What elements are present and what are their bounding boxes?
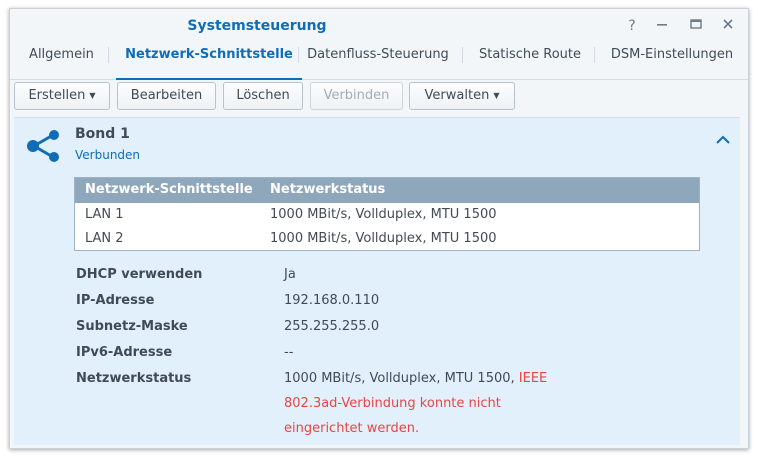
title-bar[interactable]: Systemsteuerung ? [10, 9, 748, 43]
network-status-error-line3: eingerichtet werden. [284, 421, 420, 436]
ip-label: IP-Adresse [76, 293, 155, 308]
interface-table: Netzwerk-Schnittstelle Netzwerkstatus LA… [74, 177, 700, 251]
tab-bar: Allgemein Netzwerk-Schnittstelle Datenfl… [10, 43, 748, 80]
ip-value: 192.168.0.110 [284, 293, 380, 308]
cell-interface: LAN 2 [85, 231, 124, 246]
connect-button[interactable]: Verbinden [310, 82, 403, 110]
network-status-error-line2: 802.3ad-Verbindung konnte nicht [284, 396, 501, 411]
cell-status: 1000 MBit/s, Vollduplex, MTU 1500 [270, 207, 497, 222]
tab-divider [594, 47, 595, 63]
window-title: Systemsteuerung [187, 18, 327, 34]
toolbar: Erstellen ▼ Bearbeiten Löschen Verbinden … [10, 80, 748, 116]
subnet-label: Subnetz-Maske [76, 319, 188, 334]
tab-datenfluss-steuerung[interactable]: Datenfluss-Steuerung [302, 43, 454, 79]
manage-button[interactable]: Verwalten ▼ [409, 82, 515, 110]
ipv6-value: -- [284, 345, 294, 360]
share-network-icon [27, 130, 59, 162]
create-button[interactable]: Erstellen ▼ [14, 82, 110, 110]
subnet-value: 255.255.255.0 [284, 319, 380, 334]
minimize-icon [657, 24, 667, 26]
column-header-interface: Netzwerk-Schnittstelle [85, 182, 253, 197]
dhcp-label: DHCP verwenden [76, 267, 203, 282]
cell-interface: LAN 1 [85, 207, 124, 222]
tab-divider [108, 47, 109, 63]
ipv6-label: IPv6-Adresse [76, 345, 173, 360]
minimize-button[interactable] [653, 17, 671, 35]
edit-button[interactable]: Bearbeiten [117, 82, 216, 110]
network-status-error-line1: IEEE [518, 371, 548, 386]
tab-divider [298, 47, 299, 63]
bond-name: Bond 1 [75, 126, 130, 142]
network-status-label: Netzwerkstatus [76, 371, 192, 386]
bond-status: Verbunden [75, 148, 141, 162]
dropdown-caret-icon: ▼ [89, 91, 96, 100]
chevron-up-icon[interactable] [713, 130, 733, 150]
help-icon[interactable]: ? [623, 17, 641, 35]
table-row[interactable]: LAN 1 1000 MBit/s, Vollduplex, MTU 1500 [75, 203, 699, 227]
network-status-text: 1000 MBit/s, Vollduplex, MTU 1500, [284, 371, 519, 386]
table-header: Netzwerk-Schnittstelle Netzwerkstatus [75, 178, 699, 203]
create-button-label: Erstellen [28, 88, 86, 103]
close-icon [723, 19, 733, 29]
control-panel-window: Systemsteuerung ? Allgemein Netzwerk-Sch… [9, 8, 749, 449]
dhcp-value: Ja [284, 267, 296, 282]
delete-button[interactable]: Löschen [223, 82, 303, 110]
table-row[interactable]: LAN 2 1000 MBit/s, Vollduplex, MTU 1500 [75, 227, 699, 251]
cell-status: 1000 MBit/s, Vollduplex, MTU 1500 [270, 231, 497, 246]
dropdown-caret-icon: ▼ [493, 91, 500, 100]
column-header-status: Netzwerkstatus [270, 182, 386, 197]
tab-allgemein[interactable]: Allgemein [20, 43, 103, 79]
tab-divider [462, 47, 463, 63]
close-button[interactable] [719, 17, 737, 35]
bond-panel: Bond 1 Verbunden Netzwerk-Schnittstelle … [14, 117, 740, 445]
network-status-value: 1000 MBit/s, Vollduplex, MTU 1500, IEEE … [284, 366, 554, 441]
manage-button-label: Verwalten [424, 88, 490, 103]
tab-statische-route[interactable]: Statische Route [468, 43, 592, 79]
tab-dsm-einstellungen[interactable]: DSM-Einstellungen [600, 43, 744, 79]
tab-netzwerk-schnittstelle[interactable]: Netzwerk-Schnittstelle [116, 43, 302, 80]
maximize-button[interactable] [687, 17, 705, 35]
maximize-icon [690, 19, 702, 29]
